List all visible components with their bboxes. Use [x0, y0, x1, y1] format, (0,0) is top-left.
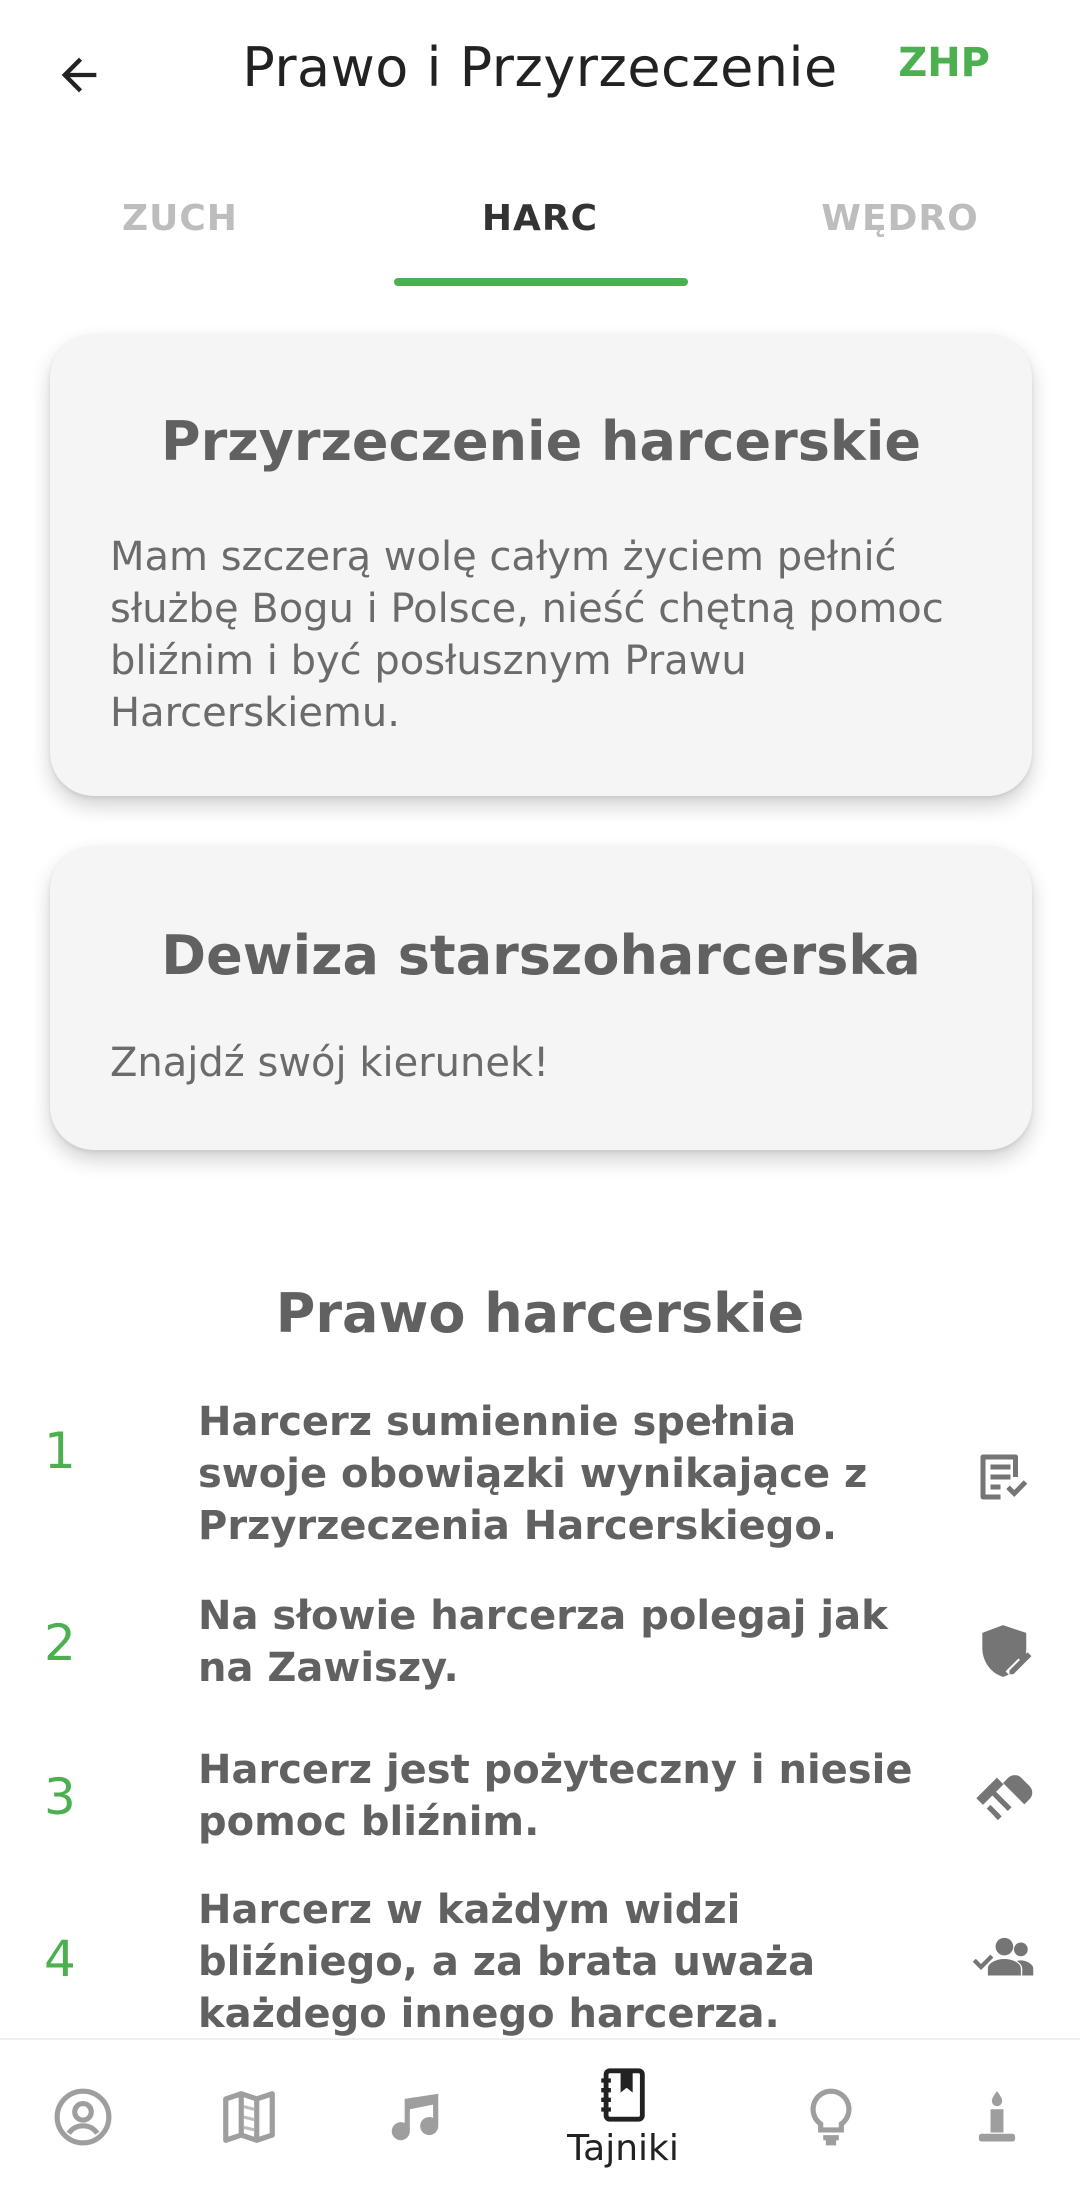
checklist-icon	[968, 1442, 1038, 1512]
lightbulb-icon	[810, 2088, 852, 2146]
law-number: 3	[44, 1768, 76, 1826]
tab-indicator	[394, 278, 688, 286]
nav-ideas[interactable]	[756, 2040, 906, 2194]
app-bar: Prawo i Przyrzeczenie ZHP	[0, 0, 1080, 150]
nav-songs[interactable]	[340, 2040, 490, 2194]
notebook-icon	[601, 2067, 645, 2122]
law-number: 1	[44, 1422, 76, 1480]
tab-zuch[interactable]: ZUCH	[0, 198, 360, 239]
law-number: 2	[44, 1614, 76, 1672]
profile-icon	[54, 2088, 112, 2146]
group-check-icon	[968, 1924, 1038, 1994]
nav-tajniki-label: Tajniki	[567, 2127, 679, 2169]
nav-ceremony[interactable]	[922, 2040, 1072, 2194]
law-item: 2 Na słowie harcerza polegaj jak na Zawi…	[0, 1590, 1080, 1700]
law-number: 4	[44, 1930, 76, 1988]
law-item: 1 Harcerz sumiennie spełnia swoje obowią…	[0, 1396, 1080, 1556]
law-item: 4 Harcerz w każdym widzi bliźniego, a za…	[0, 1884, 1080, 2044]
law-text: Harcerz sumiennie spełnia swoje obowiązk…	[198, 1399, 868, 1549]
music-icon	[391, 2093, 439, 2141]
nav-map[interactable]	[174, 2040, 324, 2194]
candle-icon	[978, 2091, 1016, 2142]
shield-edit-icon	[968, 1616, 1038, 1686]
tab-bar: ZUCH HARC WĘDRO	[0, 180, 1080, 286]
motto-text: Znajdź swój kierunek!	[110, 1040, 550, 1086]
law-text: Harcerz w każdym widzi bliźniego, a za b…	[198, 1887, 816, 2037]
nav-profile[interactable]	[8, 2040, 158, 2194]
motto-title: Dewiza starszoharcerska	[161, 924, 921, 987]
law-item: 3 Harcerz jest pożyteczny i niesie pomoc…	[0, 1744, 1080, 1854]
tab-harc[interactable]: HARC	[360, 198, 720, 239]
handshake-icon	[968, 1764, 1038, 1834]
promise-card: Przyrzeczenie harcerskie Mam szczerą wol…	[50, 334, 1032, 796]
law-section-title: Prawo harcerskie	[275, 1282, 805, 1345]
map-icon	[223, 2091, 275, 2143]
law-text: Harcerz jest pożyteczny i niesie pomoc b…	[198, 1747, 913, 1845]
zhp-logo[interactable]: ZHP	[898, 40, 990, 86]
motto-card: Dewiza starszoharcerska Znajdź swój kier…	[50, 846, 1032, 1150]
promise-title: Przyrzeczenie harcerskie	[161, 410, 921, 473]
nav-tajniki[interactable]: Tajniki	[548, 2040, 698, 2194]
law-text: Na słowie harcerza polegaj jak na Zawisz…	[198, 1593, 888, 1691]
tab-wedro[interactable]: WĘDRO	[720, 198, 1080, 239]
bottom-navigation: Tajniki	[0, 2038, 1080, 2194]
promise-text: Mam szczerą wolę całym życiem pełnić słu…	[110, 534, 944, 736]
